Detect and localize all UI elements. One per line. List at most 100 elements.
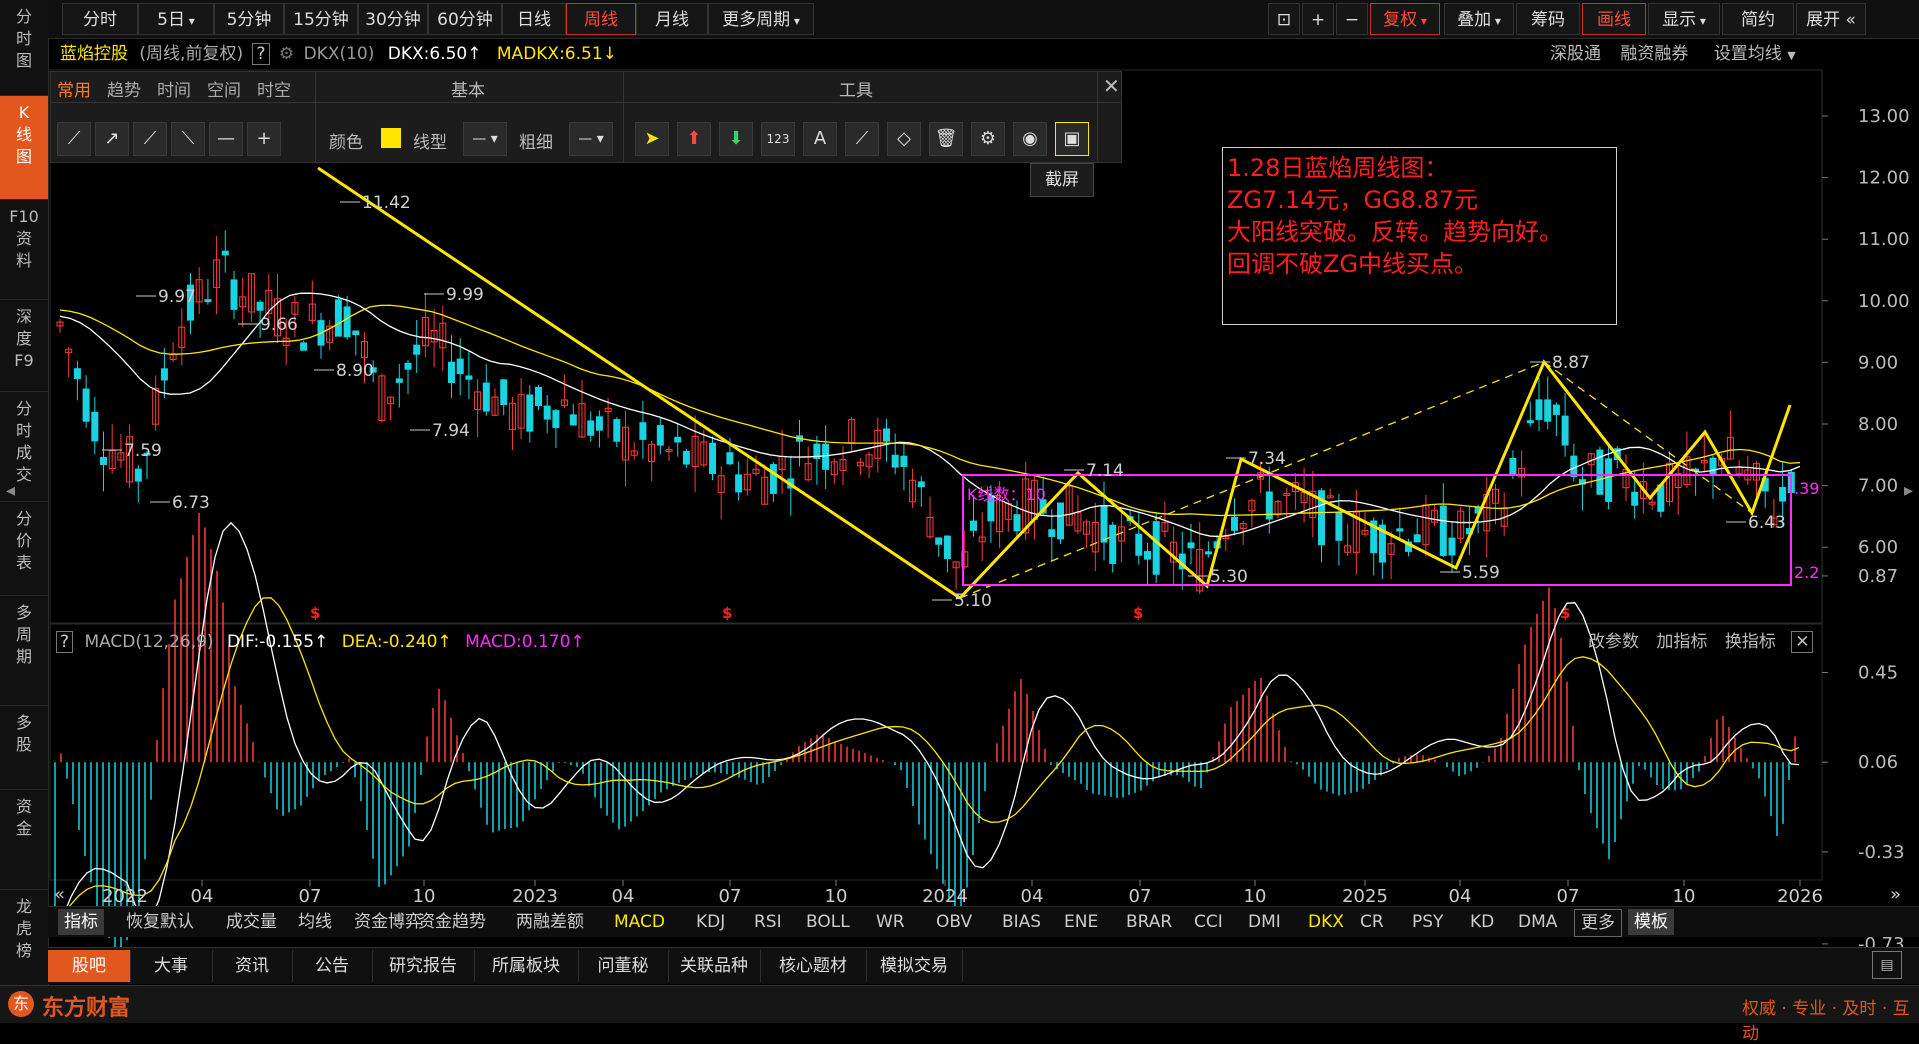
candle-body — [1057, 502, 1064, 540]
price-axis-label: 8.00 — [1858, 414, 1898, 435]
indicator-tab[interactable]: 两融差额 — [510, 909, 590, 935]
note-line: ZG7.14元，GG8.87元 — [1227, 186, 1479, 214]
edit-params-button[interactable]: 改参数 — [1588, 632, 1639, 652]
candle-body — [1204, 551, 1212, 555]
collapse-right-icon[interactable]: ▸ — [1904, 480, 1913, 501]
bottom-tab[interactable]: 所属板块 — [474, 950, 579, 982]
diagonal-line-icon[interactable]: ⟍ — [171, 122, 205, 156]
indicator-tab[interactable]: 模板 — [1628, 909, 1674, 935]
indicator-tab[interactable]: RSI — [748, 909, 788, 935]
bottom-tab[interactable]: 模拟交易 — [866, 950, 963, 982]
cursor-icon[interactable]: ➤ — [635, 122, 669, 156]
price-label: 6.43 — [1748, 513, 1786, 533]
trend-line — [317, 166, 961, 600]
horizontal-line-icon[interactable]: — — [209, 122, 243, 156]
bottom-tab[interactable]: 公告 — [292, 950, 373, 982]
indicator-tab[interactable]: MACD — [608, 909, 671, 935]
add-indicator-button[interactable]: 加指标 — [1656, 632, 1707, 652]
line-width-select[interactable]: — ▾ — [569, 122, 613, 156]
indicator-tab[interactable]: 指标 — [58, 909, 104, 935]
price-axis-label: 13.00 — [1858, 106, 1910, 127]
annotation-note[interactable]: 1.28日蓝焰周线图： ZG7.14元，GG8.87元 大阳线突破。反转。趋势向… — [1222, 147, 1617, 325]
crosshair-icon[interactable]: + — [247, 122, 281, 156]
text-icon[interactable]: A — [803, 122, 837, 156]
indicator-tab[interactable]: 成交量 — [220, 909, 283, 935]
indicator-tab[interactable]: OBV — [930, 909, 978, 935]
brand-logo-icon: 东 — [8, 991, 34, 1017]
candle-body — [256, 301, 264, 311]
ray-icon[interactable]: ↗ — [95, 122, 129, 156]
eye-icon[interactable]: ◉ — [1013, 122, 1047, 156]
indicator-tab[interactable]: BOLL — [800, 909, 856, 935]
indicator-tab[interactable]: CR — [1354, 909, 1390, 935]
time-axis-label: 04 — [1021, 886, 1044, 907]
indicator-tab[interactable]: DMI — [1242, 909, 1287, 935]
candle-body — [891, 454, 899, 468]
price-label: 5.10 — [954, 591, 992, 611]
candle-body — [1779, 487, 1787, 502]
collapse-left-icon[interactable]: ◂ — [6, 480, 15, 501]
indicator-tab[interactable]: DKX — [1302, 909, 1350, 935]
candle-body — [1396, 528, 1404, 532]
down-arrow-icon[interactable]: ⬇ — [719, 122, 753, 156]
expand-panel-icon[interactable]: ▤ — [1872, 951, 1902, 979]
draw-tab[interactable]: 空间 — [207, 76, 241, 101]
candle-body — [221, 250, 229, 256]
trash-icon[interactable]: 🗑 — [929, 122, 963, 156]
signal-marker: $ — [1133, 604, 1143, 622]
indicator-tab[interactable]: WR — [870, 909, 911, 935]
candle-body — [204, 299, 212, 303]
up-arrow-icon[interactable]: ⬆ — [677, 122, 711, 156]
price-label: 8.87 — [1552, 353, 1590, 373]
indicator-tab[interactable]: DMA — [1512, 909, 1563, 935]
straight-line-icon[interactable]: ⟋ — [133, 122, 167, 156]
indicator-tab[interactable]: 资金趋势 — [412, 909, 492, 935]
draw-tab[interactable]: 时间 — [157, 76, 191, 101]
indicator-tab[interactable]: 更多 — [1574, 909, 1622, 937]
bottom-tab[interactable]: 问董秘 — [578, 950, 669, 982]
price-label: 8.90 — [336, 361, 374, 381]
scroll-right-icon[interactable]: » — [1890, 884, 1901, 905]
indicator-tab[interactable]: 恢复默认 — [120, 909, 200, 935]
note-line: 回调不破ZG中线买点。 — [1227, 250, 1479, 278]
bottom-tab[interactable]: 股吧 — [48, 950, 131, 982]
indicator-tab[interactable]: BRAR — [1120, 909, 1178, 935]
candle-body — [917, 481, 925, 488]
draw-tab[interactable]: 常用 — [57, 76, 91, 101]
draw-tab[interactable]: 趋势 — [107, 76, 141, 101]
bottom-tab[interactable]: 研究报告 — [372, 950, 475, 982]
settings-icon[interactable]: ⚙ — [971, 122, 1005, 156]
close-icon[interactable]: ✕ — [1103, 74, 1120, 98]
scroll-left-icon[interactable]: « — [54, 884, 65, 905]
bottom-tab[interactable]: 核心题材 — [760, 950, 867, 982]
candle-body — [1509, 457, 1517, 476]
screenshot-icon[interactable]: ▣ — [1055, 122, 1089, 156]
bottom-tab[interactable]: 资讯 — [212, 950, 293, 982]
macd-help-icon[interactable]: ? — [56, 631, 74, 653]
eraser-icon[interactable]: ◇ — [887, 122, 921, 156]
indicator-tab[interactable]: 均线 — [292, 909, 338, 935]
candle-body — [300, 342, 308, 351]
close-icon[interactable]: ✕ — [1791, 631, 1814, 653]
swap-indicator-button[interactable]: 换指标 — [1725, 632, 1776, 652]
candle-body — [1152, 521, 1160, 575]
bottom-tab[interactable]: 关联品种 — [668, 950, 761, 982]
candle-body — [1552, 404, 1560, 415]
candle-body — [1013, 514, 1021, 532]
ruler-icon[interactable]: ⟋ — [845, 122, 879, 156]
bottom-tab[interactable]: 大事 — [130, 950, 213, 982]
number-icon[interactable]: 123 — [761, 122, 795, 156]
indicator-tab[interactable]: ENE — [1058, 909, 1104, 935]
indicator-tab[interactable]: KDJ — [690, 909, 731, 935]
line-segment-icon[interactable]: ⟋ — [57, 122, 91, 156]
indicator-tab[interactable]: CCI — [1188, 909, 1229, 935]
line-type-select[interactable]: — ▾ — [463, 122, 507, 156]
indicator-tab[interactable]: BIAS — [996, 909, 1047, 935]
indicator-tab[interactable]: KD — [1464, 909, 1500, 935]
candle-body — [100, 457, 107, 465]
color-swatch[interactable] — [381, 128, 401, 148]
price-axis-label: 12.00 — [1858, 168, 1910, 189]
indicator-tab[interactable]: PSY — [1406, 909, 1449, 935]
draw-tab[interactable]: 时空 — [257, 76, 291, 101]
candle-body — [1135, 533, 1143, 556]
